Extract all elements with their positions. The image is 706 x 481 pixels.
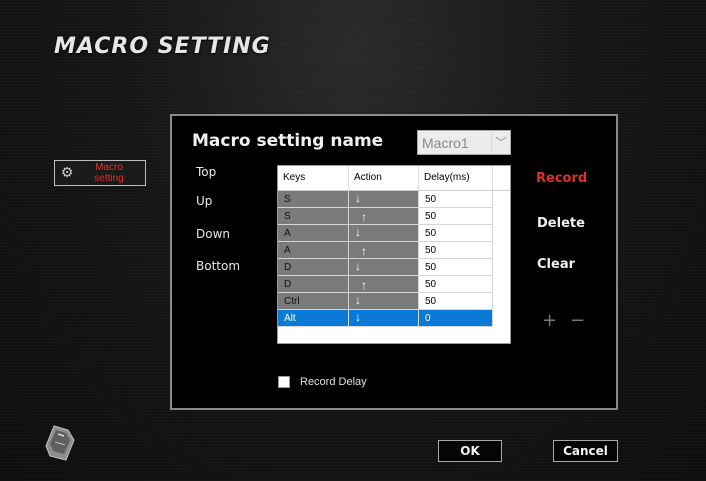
key-up-arrow-icon: ↑: [361, 278, 367, 292]
key-down-arrow-icon: ↓: [355, 191, 361, 205]
move-top-button[interactable]: Top: [196, 165, 216, 179]
column-header-delay[interactable]: Delay(ms): [419, 166, 493, 190]
key-down-arrow-icon: ↓: [355, 225, 361, 239]
column-header-action[interactable]: Action: [349, 166, 419, 190]
key-up-arrow-icon: ↑: [361, 210, 367, 224]
key-cell[interactable]: S: [278, 191, 349, 208]
action-cell[interactable]: ↑: [349, 242, 419, 259]
key-cell[interactable]: D: [278, 259, 349, 276]
table-header: Keys Action Delay(ms): [278, 166, 510, 191]
action-cell[interactable]: ↓: [349, 310, 419, 327]
key-up-arrow-icon: ↑: [361, 244, 367, 258]
macro-name-label: Macro setting name: [192, 131, 384, 151]
macro-setting-nav-label: Macro setting: [94, 162, 124, 184]
ok-button[interactable]: OK: [438, 440, 502, 462]
window-title: MACRO SETTING: [54, 34, 271, 59]
delay-cell[interactable]: 50: [419, 259, 493, 276]
macro-setting-nav-button[interactable]: ⚙ Macro setting: [54, 160, 146, 186]
clear-button[interactable]: Clear: [537, 257, 575, 272]
mouse-logo-icon: [44, 424, 78, 466]
action-cell[interactable]: ↓: [349, 225, 419, 242]
key-cell[interactable]: A: [278, 225, 349, 242]
macro-name-dropdown[interactable]: Macro1 ﹀: [417, 130, 511, 155]
gear-icon: ⚙: [60, 165, 74, 181]
table-row[interactable]: Ctrl ↓ 50: [278, 293, 510, 310]
action-cell[interactable]: ↓: [349, 191, 419, 208]
move-bottom-button[interactable]: Bottom: [196, 259, 240, 273]
table-row[interactable]: A ↓ 50: [278, 225, 510, 242]
delay-cell[interactable]: 50: [419, 293, 493, 310]
record-delay-label: Record Delay: [300, 376, 367, 388]
delay-cell[interactable]: 0: [419, 310, 493, 327]
key-down-arrow-icon: ↓: [355, 310, 361, 324]
move-up-button[interactable]: Up: [196, 194, 212, 208]
action-cell[interactable]: ↑: [349, 208, 419, 225]
delay-cell[interactable]: 50: [419, 276, 493, 293]
action-cell[interactable]: ↓: [349, 259, 419, 276]
table-row[interactable]: A ↑ 50: [278, 242, 510, 259]
key-cell[interactable]: Ctrl: [278, 293, 349, 310]
cancel-button[interactable]: Cancel: [553, 440, 618, 462]
delay-cell[interactable]: 50: [419, 242, 493, 259]
delay-cell[interactable]: 50: [419, 191, 493, 208]
key-cell[interactable]: S: [278, 208, 349, 225]
record-delay-checkbox[interactable]: [278, 376, 290, 388]
key-cell[interactable]: Alt: [278, 310, 349, 327]
key-down-arrow-icon: ↓: [355, 259, 361, 273]
key-cell[interactable]: D: [278, 276, 349, 293]
table-row[interactable]: Alt ↓ 0: [278, 310, 510, 327]
column-header-keys[interactable]: Keys: [278, 166, 349, 190]
key-cell[interactable]: A: [278, 242, 349, 259]
move-down-button[interactable]: Down: [196, 227, 230, 241]
table-row[interactable]: S ↓ 50: [278, 191, 510, 208]
key-down-arrow-icon: ↓: [355, 293, 361, 307]
table-body: S ↓ 50 S ↑ 50 A ↓ 50 A ↑ 50 D ↓ 50 D ↑ 50 Ctrl ↓ 50 Alt ↓ 0: [278, 191, 510, 327]
delay-cell[interactable]: 50: [419, 208, 493, 225]
action-cell[interactable]: ↑: [349, 276, 419, 293]
macro-steps-table: Keys Action Delay(ms) S ↓ 50 S ↑ 50 A ↓ 50 A ↑ 50 D ↓…: [277, 165, 511, 344]
macro-name-value: Macro1: [422, 134, 469, 151]
record-delay-option[interactable]: Record Delay: [278, 376, 367, 388]
add-step-button[interactable]: +: [542, 310, 557, 331]
table-row[interactable]: D ↓ 50: [278, 259, 510, 276]
remove-step-button[interactable]: −: [570, 310, 585, 331]
chevron-down-icon[interactable]: ﹀: [491, 131, 510, 154]
record-button[interactable]: Record: [536, 171, 587, 186]
action-cell[interactable]: ↓: [349, 293, 419, 310]
table-row[interactable]: D ↑ 50: [278, 276, 510, 293]
delay-cell[interactable]: 50: [419, 225, 493, 242]
delete-button[interactable]: Delete: [537, 216, 585, 231]
table-row[interactable]: S ↑ 50: [278, 208, 510, 225]
